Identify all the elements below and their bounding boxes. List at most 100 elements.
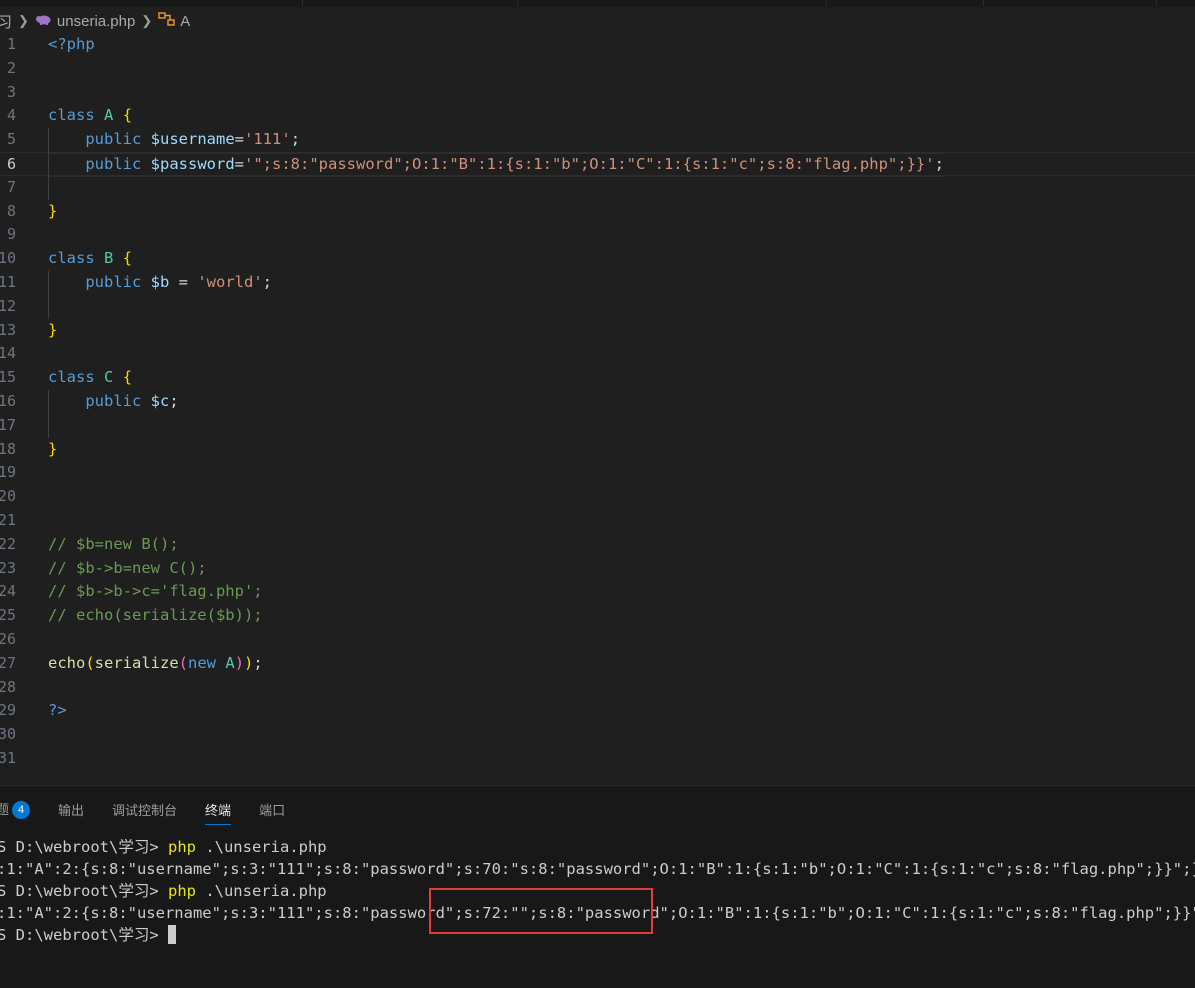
terminal-command: php bbox=[167, 838, 196, 856]
code-token: ) bbox=[244, 653, 254, 672]
code-line[interactable]: 15 class C { bbox=[0, 366, 1195, 390]
code-line[interactable]: 16 public $c; bbox=[0, 390, 1195, 414]
code-line[interactable]: 21 bbox=[0, 509, 1195, 533]
line-number: 4 bbox=[6, 106, 16, 125]
code-line[interactable]: 27 echo(serialize(new A)); bbox=[0, 652, 1195, 676]
code-editor[interactable]: 1 <?php 2 3 4 class A {5 public $username='11… bbox=[0, 33, 1195, 785]
code-text: // $b->b->c='flag.php'; bbox=[48, 580, 263, 604]
code-line[interactable]: 31 bbox=[0, 747, 1195, 771]
line-number: 11 bbox=[0, 273, 16, 291]
tab-strip-segment[interactable] bbox=[678, 0, 827, 6]
code-line[interactable]: 6 public $password='";s:8:"password";O:1… bbox=[0, 152, 1195, 176]
tab-strip-segment[interactable] bbox=[0, 0, 303, 6]
line-number: 16 bbox=[0, 392, 16, 410]
code-line[interactable]: 17 bbox=[0, 414, 1195, 438]
class-symbol-icon bbox=[158, 11, 176, 31]
code-text: ?> bbox=[48, 699, 67, 723]
line-number: 22 bbox=[0, 534, 16, 553]
panel-tab[interactable]: 终端 bbox=[205, 800, 232, 825]
code-text: } bbox=[48, 319, 57, 343]
panel-tab[interactable]: 调试控制台 bbox=[112, 800, 177, 819]
code-line[interactable]: 23 // $b->b=new C(); bbox=[0, 557, 1195, 581]
line-number: 27 bbox=[0, 653, 16, 672]
terminal-line: S D:\webroot\学习> php .\unseria.php bbox=[0, 880, 327, 902]
panel-tabs: 题 4 输出 调试控制台 终端 端口 bbox=[0, 794, 313, 825]
code-token: { bbox=[122, 249, 133, 268]
panel-tab-label: 题 bbox=[0, 801, 10, 817]
breadcrumb-file[interactable]: unseria.php bbox=[57, 13, 135, 30]
terminal-output: :1:"A":2:{s:8:"username";s:3:"111";s:8:"… bbox=[0, 860, 1195, 878]
code-line[interactable]: 3 bbox=[0, 81, 1195, 105]
code-line[interactable]: 26 bbox=[0, 628, 1195, 652]
code-token: // $b->b->c='flag.php'; bbox=[48, 582, 263, 601]
code-line[interactable]: 1 <?php bbox=[0, 33, 1195, 57]
terminal-cursor bbox=[167, 925, 176, 944]
panel-tab-label: 端口 bbox=[259, 802, 286, 818]
panel-tab[interactable]: 题4 bbox=[0, 799, 31, 820]
code-line[interactable]: 8} bbox=[0, 200, 1195, 224]
code-line[interactable]: 2 bbox=[0, 57, 1195, 81]
code-token: A bbox=[225, 653, 235, 672]
breadcrumb: 习 ❯ unseria.php ❯ A bbox=[0, 8, 1195, 34]
code-line[interactable]: 10 class B { bbox=[0, 247, 1195, 271]
code-line[interactable]: 28 bbox=[0, 676, 1195, 700]
line-number: 18 bbox=[0, 439, 16, 458]
tab-strip-segment[interactable] bbox=[303, 0, 518, 6]
breadcrumb-folder[interactable]: 习 bbox=[0, 11, 12, 32]
line-number: 19 bbox=[0, 463, 16, 482]
panel-tab-label: 终端 bbox=[205, 802, 232, 818]
code-token: class bbox=[48, 368, 95, 387]
code-token: ; bbox=[253, 653, 263, 672]
line-number: 15 bbox=[0, 368, 16, 387]
code-line[interactable]: 30 bbox=[0, 723, 1195, 747]
editor-tab-strip bbox=[0, 0, 1195, 7]
code-line[interactable]: 14 bbox=[0, 342, 1195, 366]
breadcrumb-symbol[interactable]: A bbox=[180, 13, 190, 30]
code-line[interactable]: 24 // $b->b->c='flag.php'; bbox=[0, 580, 1195, 604]
code-token: echo bbox=[48, 653, 86, 672]
code-line[interactable]: 5 public $username='111'; bbox=[0, 128, 1195, 152]
code-token: $username bbox=[150, 130, 235, 149]
panel-tab[interactable]: 端口 bbox=[259, 800, 285, 819]
code-token: ; bbox=[169, 392, 179, 410]
code-line[interactable]: 7 bbox=[0, 176, 1195, 200]
code-token: ( bbox=[85, 653, 95, 672]
code-line[interactable]: 4 class A { bbox=[0, 104, 1195, 128]
terminal-line: S D:\webroot\学习> php .\unseria.php bbox=[0, 836, 327, 858]
code-line[interactable]: 9 bbox=[0, 223, 1195, 247]
code-line[interactable]: 12 bbox=[0, 295, 1195, 319]
line-number: 8 bbox=[6, 201, 16, 220]
code-line[interactable]: 19 bbox=[0, 461, 1195, 485]
php-elephant-icon bbox=[35, 13, 51, 30]
code-token: serialize bbox=[94, 653, 179, 672]
line-number: 24 bbox=[0, 582, 16, 601]
code-token: = bbox=[169, 273, 198, 291]
code-line[interactable]: 20 bbox=[0, 485, 1195, 509]
code-token: = bbox=[234, 130, 245, 149]
line-number: 12 bbox=[0, 296, 16, 315]
code-token: ?> bbox=[48, 701, 67, 720]
code-line[interactable]: 29 ?> bbox=[0, 699, 1195, 723]
code-line[interactable]: 13} bbox=[0, 319, 1195, 343]
code-line[interactable]: 25 // echo(serialize($b)); bbox=[0, 604, 1195, 628]
code-text: // $b->b=new C(); bbox=[48, 557, 207, 581]
line-number: 17 bbox=[0, 415, 16, 434]
code-line[interactable]: 11 public $b = 'world'; bbox=[0, 271, 1195, 295]
terminal-line: :1:"A":2:{s:8:"username";s:3:"111";s:8:"… bbox=[0, 902, 1195, 924]
code-token: class bbox=[48, 249, 95, 268]
line-number: 2 bbox=[6, 58, 16, 77]
tab-strip-segment[interactable] bbox=[827, 0, 984, 6]
code-token: ; bbox=[262, 273, 273, 291]
code-token: $b bbox=[150, 273, 170, 291]
terminal-command-args: .\unseria.php bbox=[195, 882, 327, 900]
code-line[interactable]: 18} bbox=[0, 438, 1195, 462]
panel-tab[interactable]: 输出 bbox=[58, 800, 84, 819]
tab-strip-segment[interactable] bbox=[984, 0, 1157, 6]
code-text: class B { bbox=[48, 247, 132, 271]
code-token: A bbox=[104, 106, 114, 125]
code-line[interactable]: 22 // $b=new B(); bbox=[0, 533, 1195, 557]
line-number: 21 bbox=[0, 511, 16, 529]
